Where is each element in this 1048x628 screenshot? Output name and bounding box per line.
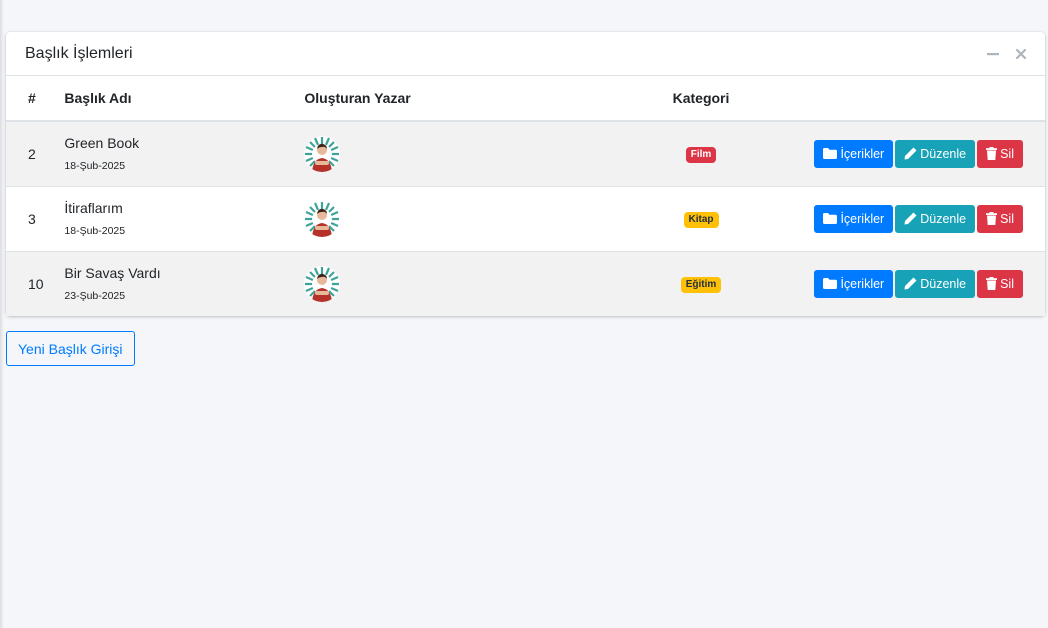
pencil-icon [904, 147, 917, 160]
category-cell: Film [587, 120, 815, 186]
table-header-row: # Başlık Adı Oluşturan Yazar Kategori [6, 76, 1045, 122]
titles-card: Başlık İşlemleri # Başlık Adı Oluşturan … [6, 32, 1045, 316]
author-cell [304, 250, 588, 316]
edit-label: Düzenle [920, 276, 967, 291]
actions-cell: İçerikler Düzenle Sil [814, 185, 1045, 251]
titles-table: # Başlık Adı Oluşturan Yazar Kategori 2 … [6, 76, 1045, 316]
pencil-icon [904, 212, 917, 225]
delete-button[interactable]: Sil [977, 204, 1023, 233]
header-actions [814, 76, 1045, 122]
actions-cell: İçerikler Düzenle Sil [814, 250, 1045, 316]
folder-icon [823, 213, 838, 224]
category-badge: Film [685, 147, 717, 164]
sidebar-edge-shadow [0, 0, 4, 628]
close-icon [1016, 48, 1026, 59]
trash-icon [986, 277, 998, 291]
header-title: Başlık Adı [64, 76, 305, 122]
row-id: 3 [6, 185, 65, 251]
contents-button[interactable]: İçerikler [814, 139, 894, 168]
header-num: # [6, 76, 65, 122]
actions-cell: İçerikler Düzenle Sil [814, 120, 1045, 186]
contents-label: İçerikler [840, 146, 885, 161]
category-cell: Eğitim [587, 250, 815, 316]
edit-button[interactable]: Düzenle [895, 204, 976, 233]
delete-button[interactable]: Sil [977, 139, 1023, 168]
new-title-button[interactable]: Yeni Başlık Girişi [6, 331, 135, 366]
delete-label: Sil [1000, 276, 1014, 291]
card-header: Başlık İşlemleri [6, 32, 1045, 76]
delete-button[interactable]: Sil [977, 269, 1023, 298]
minus-icon [987, 52, 999, 55]
row-id: 10 [6, 250, 65, 316]
table-row: 3 İtiraflarım 18-Şub-2025 Kitap İçerikle… [6, 185, 1045, 251]
author-cell [304, 120, 588, 186]
contents-label: İçerikler [840, 211, 885, 226]
author-avatar [304, 200, 341, 237]
title-name: Bir Savaş Vardı [64, 265, 161, 282]
category-badge: Eğitim [680, 277, 722, 294]
delete-label: Sil [1000, 146, 1014, 161]
table-row: 10 Bir Savaş Vardı 23-Şub-2025 Eğitim İç… [6, 250, 1045, 316]
table-row: 2 Green Book 18-Şub-2025 Film İçerikler … [6, 120, 1045, 186]
pencil-icon [904, 277, 917, 290]
edit-label: Düzenle [920, 211, 967, 226]
folder-icon [823, 148, 838, 160]
card-title: Başlık İşlemleri [25, 44, 133, 62]
contents-label: İçerikler [840, 276, 885, 291]
row-id: 2 [6, 120, 65, 186]
contents-button[interactable]: İçerikler [814, 269, 894, 298]
author-cell [304, 185, 588, 251]
title-name: İtiraflarım [64, 200, 123, 216]
author-avatar [304, 135, 341, 172]
contents-button[interactable]: İçerikler [814, 204, 894, 233]
title-name: Green Book [64, 135, 140, 152]
title-cell: Bir Savaş Vardı 23-Şub-2025 [64, 250, 305, 316]
trash-icon [986, 212, 998, 225]
header-author: Oluşturan Yazar [304, 76, 588, 122]
title-cell: Green Book 18-Şub-2025 [64, 120, 305, 186]
collapse-button[interactable] [983, 44, 1003, 64]
title-date: 23-Şub-2025 [64, 290, 126, 303]
title-date: 18-Şub-2025 [64, 225, 126, 237]
edit-label: Düzenle [920, 146, 967, 161]
category-cell: Kitap [587, 185, 815, 251]
edit-button[interactable]: Düzenle [895, 139, 976, 168]
card-tools [983, 44, 1031, 64]
folder-icon [823, 278, 838, 290]
category-badge: Kitap [683, 212, 719, 228]
delete-label: Sil [1000, 211, 1014, 226]
header-category: Kategori [587, 76, 815, 122]
title-cell: İtiraflarım 18-Şub-2025 [64, 185, 305, 251]
author-avatar [304, 265, 341, 302]
trash-icon [986, 147, 998, 161]
title-date: 18-Şub-2025 [64, 160, 126, 173]
edit-button[interactable]: Düzenle [895, 269, 976, 298]
remove-button[interactable] [1011, 44, 1031, 64]
